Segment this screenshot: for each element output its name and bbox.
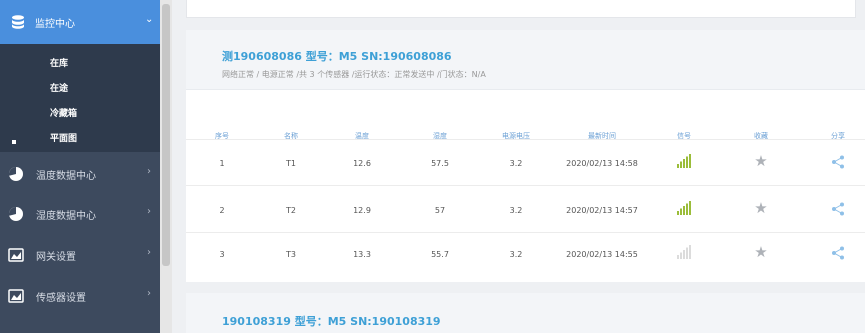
cell-temperature: 12.9 [353,206,371,215]
submenu-item-in-transit[interactable]: 在途 [50,81,68,94]
favorite-star-icon[interactable]: ★ [754,201,767,216]
sensor-icon [8,289,24,303]
signal-weak-icon [677,245,691,259]
cell-name: T1 [286,159,296,168]
chevron-right-icon: › [147,166,151,177]
chevron-right-icon: › [147,288,151,299]
database-icon [12,15,24,29]
cell-latest-time: 2020/02/13 14:55 [566,250,638,259]
sidebar-item-label: 监控中心 [35,19,75,30]
sidebar-scrollbar[interactable] [160,0,172,333]
cell-no: 2 [219,206,225,215]
sidebar-item-temperature-data[interactable]: 温度数据中心 › [0,154,160,194]
cell-humidity: 57.5 [431,159,449,168]
submenu: 在库 在途 冷藏箱 平面图 [0,44,160,152]
cell-no: 3 [219,250,225,259]
sidebar-item-label: 网关设置 [36,252,76,263]
signal-icon [677,201,691,215]
device-card-header: 测190608086 型号：M5 SN:190608086 网络正常 / 电源正… [186,30,865,90]
sidebar-item-sensor-settings[interactable]: 传感器设置 › [0,276,160,316]
scrollbar-thumb[interactable] [162,4,170,266]
cell-no: 1 [219,159,225,168]
device-title[interactable]: 测190608086 型号：M5 SN:190608086 [222,48,452,64]
cell-temperature: 12.6 [353,159,371,168]
cell-humidity: 57 [434,206,446,215]
device-title[interactable]: 190108319 型号：M5 SN:190108319 [222,313,441,329]
previous-device-card [186,0,856,18]
favorite-star-icon[interactable]: ★ [754,154,767,169]
gateway-icon [8,248,24,262]
favorite-star-icon[interactable]: ★ [754,245,767,260]
sidebar-item-label: 湿度数据中心 [36,211,96,222]
submenu-item-floor-plan[interactable]: 平面图 [50,131,77,144]
cell-temperature: 13.3 [353,250,371,259]
sidebar-item-label: 传感器设置 [36,293,86,304]
cell-voltage: 3.2 [509,206,523,215]
sidebar: 监控中心 ⌄ 在库 在途 冷藏箱 平面图 温度数据中心 › 湿度数据中心 › 网… [0,0,160,333]
main-content: 测190608086 型号：M5 SN:190608086 网络正常 / 电源正… [172,0,865,333]
row-divider [186,139,865,140]
cell-latest-time: 2020/02/13 14:58 [566,159,638,168]
device-status: 网络正常 / 电源正常 /共 3 个传感器 /运行状态：正常发送中 /门状态：N… [222,70,486,79]
cell-humidity: 55.7 [431,250,449,259]
signal-icon [677,154,691,168]
cell-name: T3 [286,250,296,259]
share-icon[interactable] [831,202,845,216]
share-icon[interactable] [831,155,845,169]
row-divider [186,185,865,186]
submenu-item-cold-box[interactable]: 冷藏箱 [50,106,77,119]
cell-voltage: 3.2 [509,250,523,259]
sidebar-item-humidity-data[interactable]: 湿度数据中心 › [0,194,160,234]
pie-chart-icon [8,206,23,221]
sidebar-item-monitoring-center[interactable]: 监控中心 ⌄ [0,0,160,44]
cell-name: T2 [286,206,296,215]
pie-chart-icon [8,166,23,181]
chevron-down-icon: ⌄ [145,14,154,25]
submenu-item-in-stock[interactable]: 在库 [50,56,68,69]
sidebar-item-label: 温度数据中心 [36,171,96,182]
sidebar-item-gateway-settings[interactable]: 网关设置 › [0,235,160,275]
device-card-2: 190108319 型号：M5 SN:190108319 [186,293,865,333]
chevron-right-icon: › [147,206,151,217]
row-divider [186,232,865,233]
cell-latest-time: 2020/02/13 14:57 [566,206,638,215]
active-bullet [12,140,16,144]
share-icon[interactable] [831,246,845,260]
device-card: 测190608086 型号：M5 SN:190608086 网络正常 / 电源正… [186,30,865,282]
chevron-right-icon: › [147,247,151,258]
cell-voltage: 3.2 [509,159,523,168]
